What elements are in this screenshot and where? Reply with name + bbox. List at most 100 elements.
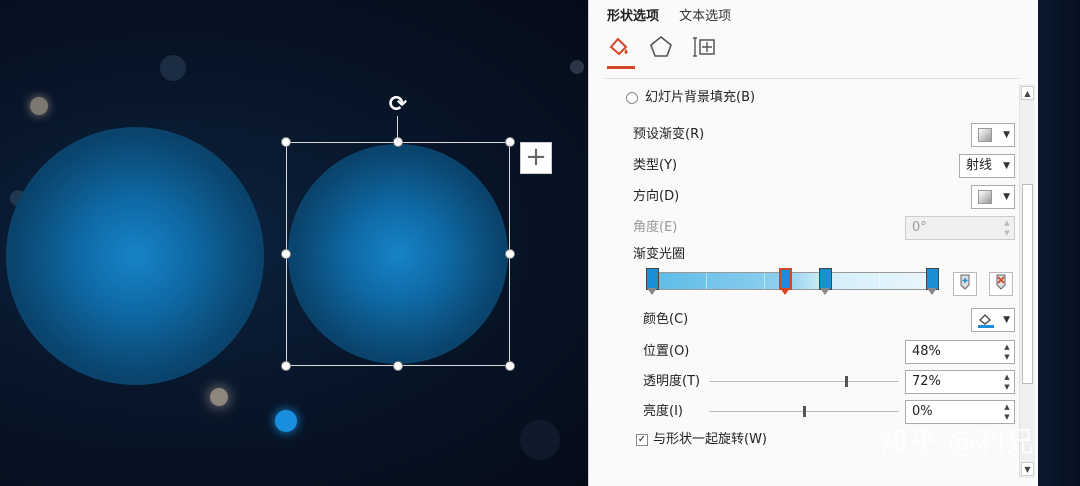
angle-row: 角度(E) 0° ▲ ▼ — [589, 216, 1029, 240]
angle-input: 0° ▲ ▼ — [905, 216, 1015, 240]
resize-handle-top-right[interactable] — [505, 137, 515, 147]
gradient-stop-body — [926, 268, 939, 290]
gradient-stops-row: 渐变光圈 — [589, 243, 1029, 267]
spin-down-icon[interactable]: ▼ — [1002, 352, 1012, 362]
resize-handle-bottom-right[interactable] — [505, 361, 515, 371]
scroll-up-icon[interactable]: ▲ — [1021, 86, 1034, 100]
scrollbar-thumb[interactable] — [1022, 184, 1033, 384]
spin-up-icon[interactable]: ▲ — [1002, 402, 1012, 412]
bokeh-light — [520, 420, 560, 460]
resize-handle-top[interactable] — [393, 137, 403, 147]
fill-bucket-icon[interactable] — [605, 34, 635, 69]
type-dropdown[interactable]: 射线 ▼ — [959, 154, 1015, 178]
bokeh-light — [30, 97, 48, 115]
direction-swatch-icon — [978, 190, 992, 204]
selection-box[interactable] — [286, 142, 510, 366]
transparency-label: 透明度(T) — [643, 374, 701, 389]
pentagon-icon[interactable] — [647, 34, 675, 62]
gradient-bar-tick — [706, 273, 707, 289]
direction-row: 方向(D) ▼ — [589, 185, 1029, 209]
transparency-row: 透明度(T) 72% ▲ ▼ — [589, 370, 1029, 394]
transparency-slider-knob[interactable] — [845, 376, 848, 387]
bokeh-light — [160, 55, 186, 81]
spin-down-icon[interactable]: ▼ — [1002, 382, 1012, 392]
gradient-stop-body — [646, 268, 659, 290]
gradient-stop-pointer — [780, 288, 790, 295]
resize-handle-bottom[interactable] — [393, 361, 403, 371]
chevron-down-icon: ▼ — [1003, 161, 1010, 171]
transparency-input[interactable]: 72% ▲ ▼ — [905, 370, 1015, 394]
panel-tabs: 形状选项 文本选项 — [607, 5, 747, 24]
gradient-stop-body — [779, 268, 792, 290]
preset-gradient-label: 预设渐变(R) — [633, 127, 705, 142]
brightness-label: 亮度(I) — [643, 404, 683, 419]
tab-text-options[interactable]: 文本选项 — [679, 9, 731, 24]
transparency-value: 72% — [912, 374, 941, 389]
watermark: 知乎 @利兄 — [880, 425, 1035, 458]
scroll-down-icon[interactable]: ▼ — [1021, 462, 1034, 476]
slide-bg-fill-row[interactable]: 幻灯片背景填充(B) — [589, 86, 1029, 110]
background-edge — [1038, 0, 1080, 486]
gradient-bar-tick — [879, 273, 880, 289]
color-picker-dropdown[interactable]: ▼ — [971, 308, 1015, 332]
slide-bg-fill-radio[interactable] — [626, 92, 638, 104]
type-value: 射线 — [966, 158, 993, 173]
gradient-stop-pointer — [927, 288, 937, 295]
brightness-slider[interactable] — [709, 406, 899, 417]
slide-canvas[interactable]: ⟳ + — [0, 0, 588, 486]
gradient-bar-tick — [764, 273, 765, 289]
format-shape-panel: 形状选项 文本选项 幻灯片背景填充(B) 预设渐变(R) ▼ 类型(Y) 射线 … — [588, 0, 1038, 486]
gradient-stop-pointer — [820, 288, 830, 295]
direction-dropdown[interactable]: ▼ — [971, 185, 1015, 209]
rotate-with-shape-checkbox[interactable]: ✓ — [636, 434, 648, 446]
spin-up-icon[interactable]: ▲ — [1002, 342, 1012, 352]
divider — [605, 78, 1019, 79]
spin-up-icon: ▲ — [1004, 219, 1010, 227]
position-input[interactable]: 48% ▲ ▼ — [905, 340, 1015, 364]
type-label: 类型(Y) — [633, 158, 678, 173]
bokeh-light — [210, 388, 228, 406]
resize-handle-bottom-left[interactable] — [281, 361, 291, 371]
angle-value: 0° — [912, 220, 927, 235]
rotate-handle-icon[interactable]: ⟳ — [386, 93, 410, 117]
color-label: 颜色(C) — [643, 312, 689, 327]
brightness-slider-knob[interactable] — [803, 406, 806, 417]
chevron-down-icon: ▼ — [1003, 315, 1010, 325]
chevron-down-icon: ▼ — [1003, 130, 1010, 140]
slide-bg-fill-label: 幻灯片背景填充(B) — [645, 90, 756, 105]
gradient-stop[interactable] — [646, 268, 659, 298]
add-gradient-stop-button[interactable] — [953, 272, 977, 296]
color-row: 颜色(C) ▼ — [589, 308, 1029, 332]
remove-gradient-stop-button[interactable] — [989, 272, 1013, 296]
gradient-stop[interactable] — [779, 268, 792, 298]
spin-down-icon: ▼ — [1004, 229, 1010, 237]
bokeh-light — [570, 60, 584, 74]
tab-shape-options[interactable]: 形状选项 — [607, 9, 659, 24]
fill-color-icon — [977, 312, 995, 328]
gradient-stop[interactable] — [926, 268, 939, 298]
gradient-stops-label: 渐变光圈 — [633, 247, 686, 262]
transparency-slider[interactable] — [709, 376, 899, 387]
type-row: 类型(Y) 射线 ▼ — [589, 154, 1029, 178]
chevron-down-icon: ▼ — [1003, 192, 1010, 202]
position-value: 48% — [912, 344, 941, 359]
size-properties-icon[interactable] — [691, 34, 719, 62]
gradient-stop-body — [819, 268, 832, 290]
panel-scrollbar[interactable]: ▲ ▼ — [1019, 84, 1035, 478]
rotate-stem — [397, 116, 398, 142]
preset-gradient-dropdown[interactable]: ▼ — [971, 123, 1015, 147]
gradient-circle-left[interactable] — [6, 127, 264, 385]
layout-options-button[interactable]: + — [520, 142, 552, 174]
rotate-with-shape-label: 与形状一起旋转(W) — [653, 432, 767, 447]
spin-up-icon[interactable]: ▲ — [1002, 372, 1012, 382]
gradient-stop[interactable] — [819, 268, 832, 298]
direction-label: 方向(D) — [633, 189, 680, 204]
preset-gradient-row: 预设渐变(R) ▼ — [589, 123, 1029, 147]
angle-label: 角度(E) — [633, 220, 678, 235]
position-label: 位置(O) — [643, 344, 690, 359]
resize-handle-top-left[interactable] — [281, 137, 291, 147]
bokeh-light — [275, 410, 297, 432]
gradient-swatch-icon — [978, 128, 992, 142]
resize-handle-right[interactable] — [505, 249, 515, 259]
resize-handle-left[interactable] — [281, 249, 291, 259]
